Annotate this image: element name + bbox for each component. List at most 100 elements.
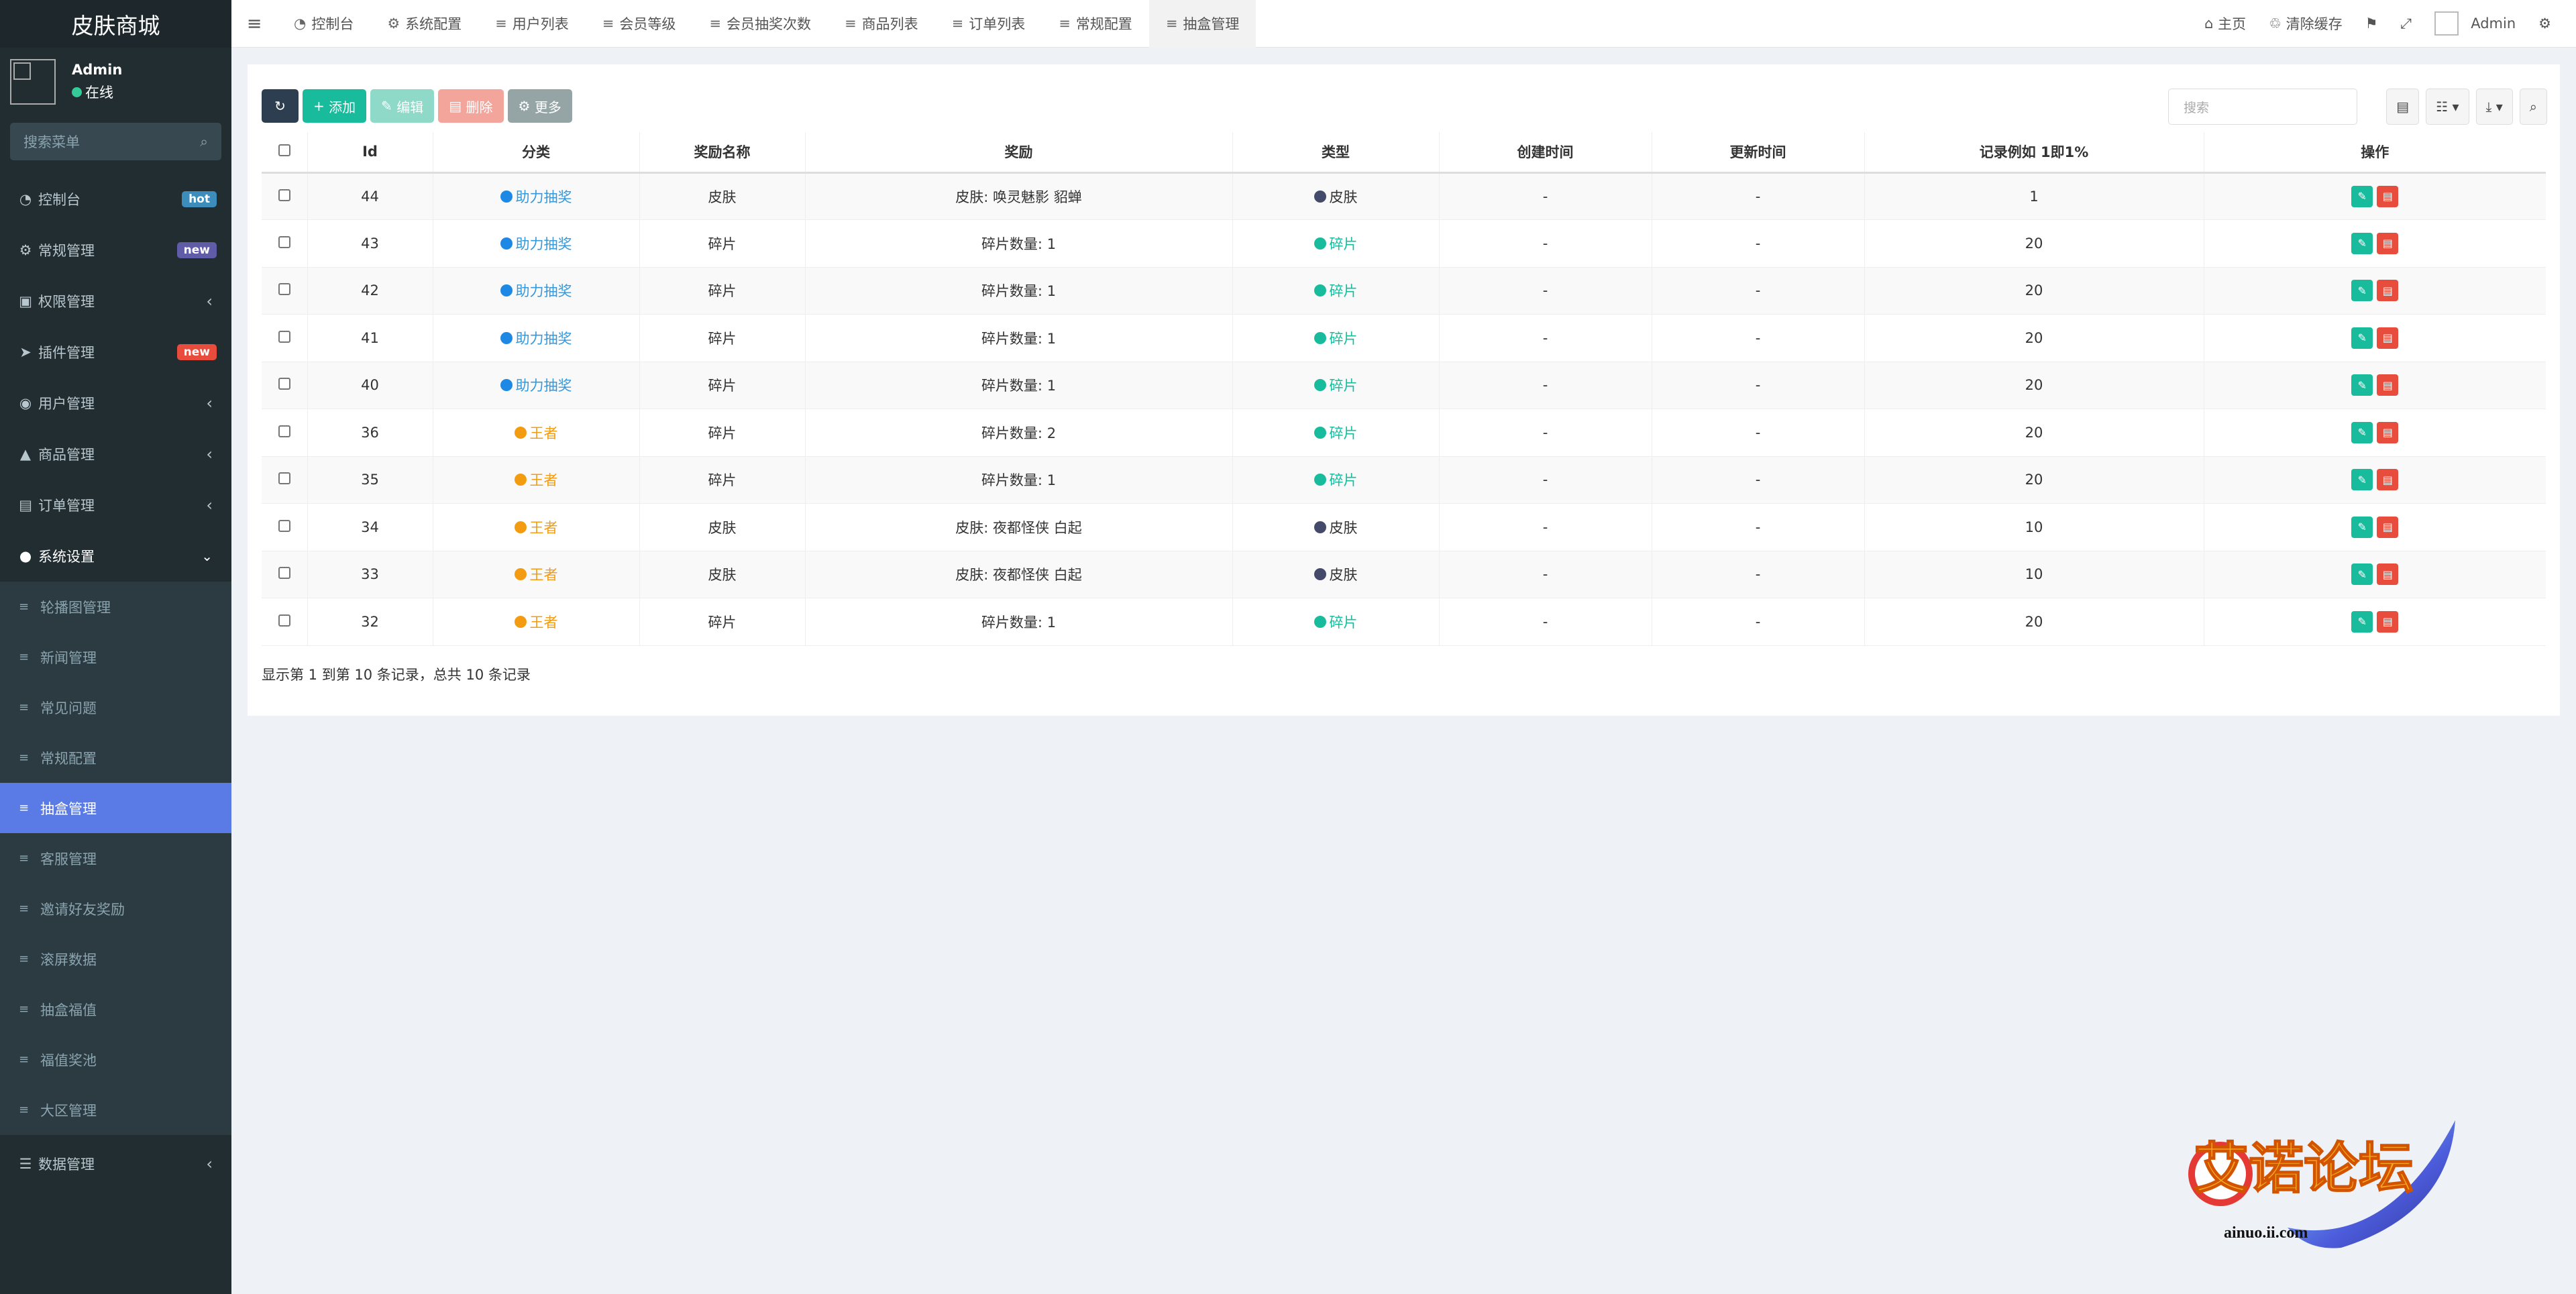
row-edit-button[interactable]: ✎	[2351, 280, 2373, 302]
sidebar-sub-scroll[interactable]: ≡ 滚屏数据	[0, 934, 231, 984]
category-label[interactable]: 王者	[514, 470, 558, 490]
row-checkbox[interactable]	[262, 551, 308, 598]
row-delete-button[interactable]: ▤	[2377, 327, 2399, 349]
type-label[interactable]: 碎片	[1313, 423, 1358, 443]
table-search-input[interactable]: 搜索	[2168, 89, 2357, 125]
delete-button[interactable]: ▤ 删除	[438, 89, 504, 123]
row-checkbox[interactable]	[262, 503, 308, 551]
row-edit-button[interactable]: ✎	[2351, 327, 2373, 349]
type-label[interactable]: 皮肤	[1313, 517, 1358, 537]
sidebar-item-data[interactable]: ☰ 数据管理 ‹	[0, 1135, 231, 1193]
row-delete-button[interactable]: ▤	[2377, 421, 2399, 443]
export-button[interactable]: ⤓ ▾	[2475, 89, 2513, 125]
more-button[interactable]: ⚙ 更多	[507, 89, 572, 123]
column-header[interactable]: 分类	[433, 132, 640, 174]
row-checkbox[interactable]	[262, 172, 308, 220]
row-delete-button[interactable]: ▤	[2377, 374, 2399, 396]
row-edit-button[interactable]: ✎	[2351, 374, 2373, 396]
table-row[interactable]: 40 助力抽奖 碎片 碎片数量: 1 碎片 - -20 ✎ ▤	[262, 362, 2546, 409]
row-checkbox[interactable]	[262, 409, 308, 457]
cell-category[interactable]: 王者	[433, 409, 640, 457]
row-checkbox[interactable]	[262, 314, 308, 362]
row-checkbox[interactable]	[262, 456, 308, 504]
row-edit-button[interactable]: ✎	[2351, 516, 2373, 538]
tab-order-list[interactable]: ≡ 订单列表	[935, 0, 1042, 48]
sidebar-item-users[interactable]: ◉ 用户管理 ‹	[0, 378, 231, 429]
search-icon[interactable]: ⌕	[200, 133, 208, 150]
sidebar-sub-luck-pool[interactable]: ≡ 福值奖池	[0, 1034, 231, 1085]
category-label[interactable]: 王者	[514, 564, 558, 584]
sidebar-sub-invite[interactable]: ≡ 邀请好友奖励	[0, 883, 231, 934]
cell-category[interactable]: 王者	[433, 503, 640, 551]
sidebar-item-dashboard[interactable]: ◔ 控制台 hot	[0, 174, 231, 225]
app-logo[interactable]: 皮肤商城	[0, 0, 231, 48]
table-row[interactable]: 36 王者 碎片 碎片数量: 2 碎片 - -20 ✎ ▤	[262, 409, 2546, 457]
category-label[interactable]: 助力抽奖	[500, 375, 572, 395]
sidebar-item-permissions[interactable]: ▣ 权限管理 ‹	[0, 276, 231, 327]
cell-type[interactable]: 碎片	[1232, 598, 1440, 646]
table-row[interactable]: 43 助力抽奖 碎片 碎片数量: 1 碎片 - -20 ✎ ▤	[262, 219, 2546, 268]
category-label[interactable]: 王者	[514, 612, 558, 632]
row-delete-button[interactable]: ▤	[2377, 185, 2399, 207]
sidebar-item-general[interactable]: ⚙ 常规管理 new	[0, 225, 231, 276]
row-delete-button[interactable]: ▤	[2377, 232, 2399, 254]
sidebar-sub-luck-value[interactable]: ≡ 抽盒福值	[0, 984, 231, 1034]
row-delete-button[interactable]: ▤	[2377, 280, 2399, 302]
row-checkbox[interactable]	[262, 267, 308, 315]
sidebar-sub-config[interactable]: ≡ 常规配置	[0, 733, 231, 783]
sidebar-sub-blindbox[interactable]: ≡ 抽盒管理	[0, 783, 231, 833]
table-row[interactable]: 41 助力抽奖 碎片 碎片数量: 1 碎片 - -20 ✎ ▤	[262, 314, 2546, 362]
sidebar-sub-region[interactable]: ≡ 大区管理	[0, 1085, 231, 1135]
advanced-search-button[interactable]: ⌕	[2519, 89, 2547, 125]
cell-type[interactable]: 皮肤	[1232, 503, 1440, 551]
row-edit-button[interactable]: ✎	[2351, 185, 2373, 207]
type-label[interactable]: 碎片	[1313, 470, 1358, 490]
cell-type[interactable]: 碎片	[1232, 314, 1440, 362]
cell-category[interactable]: 助力抽奖	[433, 172, 640, 220]
sidebar-sub-faq[interactable]: ≡ 常见问题	[0, 682, 231, 733]
category-label[interactable]: 王者	[514, 423, 558, 443]
tab-system-config[interactable]: ⚙ 系统配置	[370, 0, 478, 48]
column-header[interactable]: 类型	[1232, 132, 1440, 174]
type-label[interactable]: 碎片	[1313, 233, 1358, 254]
category-label[interactable]: 助力抽奖	[500, 328, 572, 348]
clear-cache-button[interactable]: ♲ 清除缓存	[2257, 13, 2354, 34]
type-label[interactable]: 皮肤	[1313, 186, 1358, 207]
column-header[interactable]: 奖励名称	[639, 132, 806, 174]
tab-member-draws[interactable]: ≡ 会员抽奖次数	[692, 0, 828, 48]
category-label[interactable]: 王者	[514, 517, 558, 537]
row-edit-button[interactable]: ✎	[2351, 469, 2373, 491]
type-label[interactable]: 碎片	[1313, 612, 1358, 632]
column-header[interactable]: 奖励	[805, 132, 1233, 174]
add-button[interactable]: + 添加	[303, 89, 367, 123]
cell-type[interactable]: 碎片	[1232, 267, 1440, 315]
table-row[interactable]: 35 王者 碎片 碎片数量: 1 碎片 - -20 ✎ ▤	[262, 456, 2546, 504]
row-checkbox[interactable]	[262, 362, 308, 409]
admin-menu[interactable]: Admin	[2423, 11, 2527, 36]
cell-type[interactable]: 皮肤	[1232, 172, 1440, 220]
edit-button[interactable]: ✎ 编辑	[370, 89, 435, 123]
fullscreen-icon[interactable]: ⤢	[2389, 15, 2423, 32]
select-all-checkbox[interactable]	[262, 132, 308, 174]
columns-button[interactable]: ☷ ▾	[2426, 89, 2469, 125]
row-delete-button[interactable]: ▤	[2377, 469, 2399, 491]
table-row[interactable]: 33 王者 皮肤 皮肤: 夜都怪侠 白起 皮肤 - -10 ✎ ▤	[262, 551, 2546, 598]
sidebar-sub-news[interactable]: ≡ 新闻管理	[0, 632, 231, 682]
row-edit-button[interactable]: ✎	[2351, 563, 2373, 586]
row-delete-button[interactable]: ▤	[2377, 563, 2399, 586]
cell-type[interactable]: 碎片	[1232, 219, 1440, 268]
column-header[interactable]: Id	[307, 132, 433, 174]
sidebar-search-input[interactable]: 搜索菜单 ⌕	[10, 123, 221, 160]
cell-category[interactable]: 王者	[433, 456, 640, 504]
toggle-view-button[interactable]: ▤	[2386, 89, 2420, 125]
row-delete-button[interactable]: ▤	[2377, 610, 2399, 633]
row-delete-button[interactable]: ▤	[2377, 516, 2399, 538]
column-header[interactable]: 记录例如 1即1%	[1864, 132, 2204, 174]
table-row[interactable]: 34 王者 皮肤 皮肤: 夜都怪侠 白起 皮肤 - -10 ✎ ▤	[262, 503, 2546, 551]
category-label[interactable]: 助力抽奖	[500, 233, 572, 254]
tab-dashboard[interactable]: ◔ 控制台	[277, 0, 370, 48]
column-header[interactable]: 更新时间	[1652, 132, 1865, 174]
type-label[interactable]: 碎片	[1313, 280, 1358, 301]
sidebar-item-orders[interactable]: ▤ 订单管理 ‹	[0, 480, 231, 531]
cell-type[interactable]: 碎片	[1232, 456, 1440, 504]
